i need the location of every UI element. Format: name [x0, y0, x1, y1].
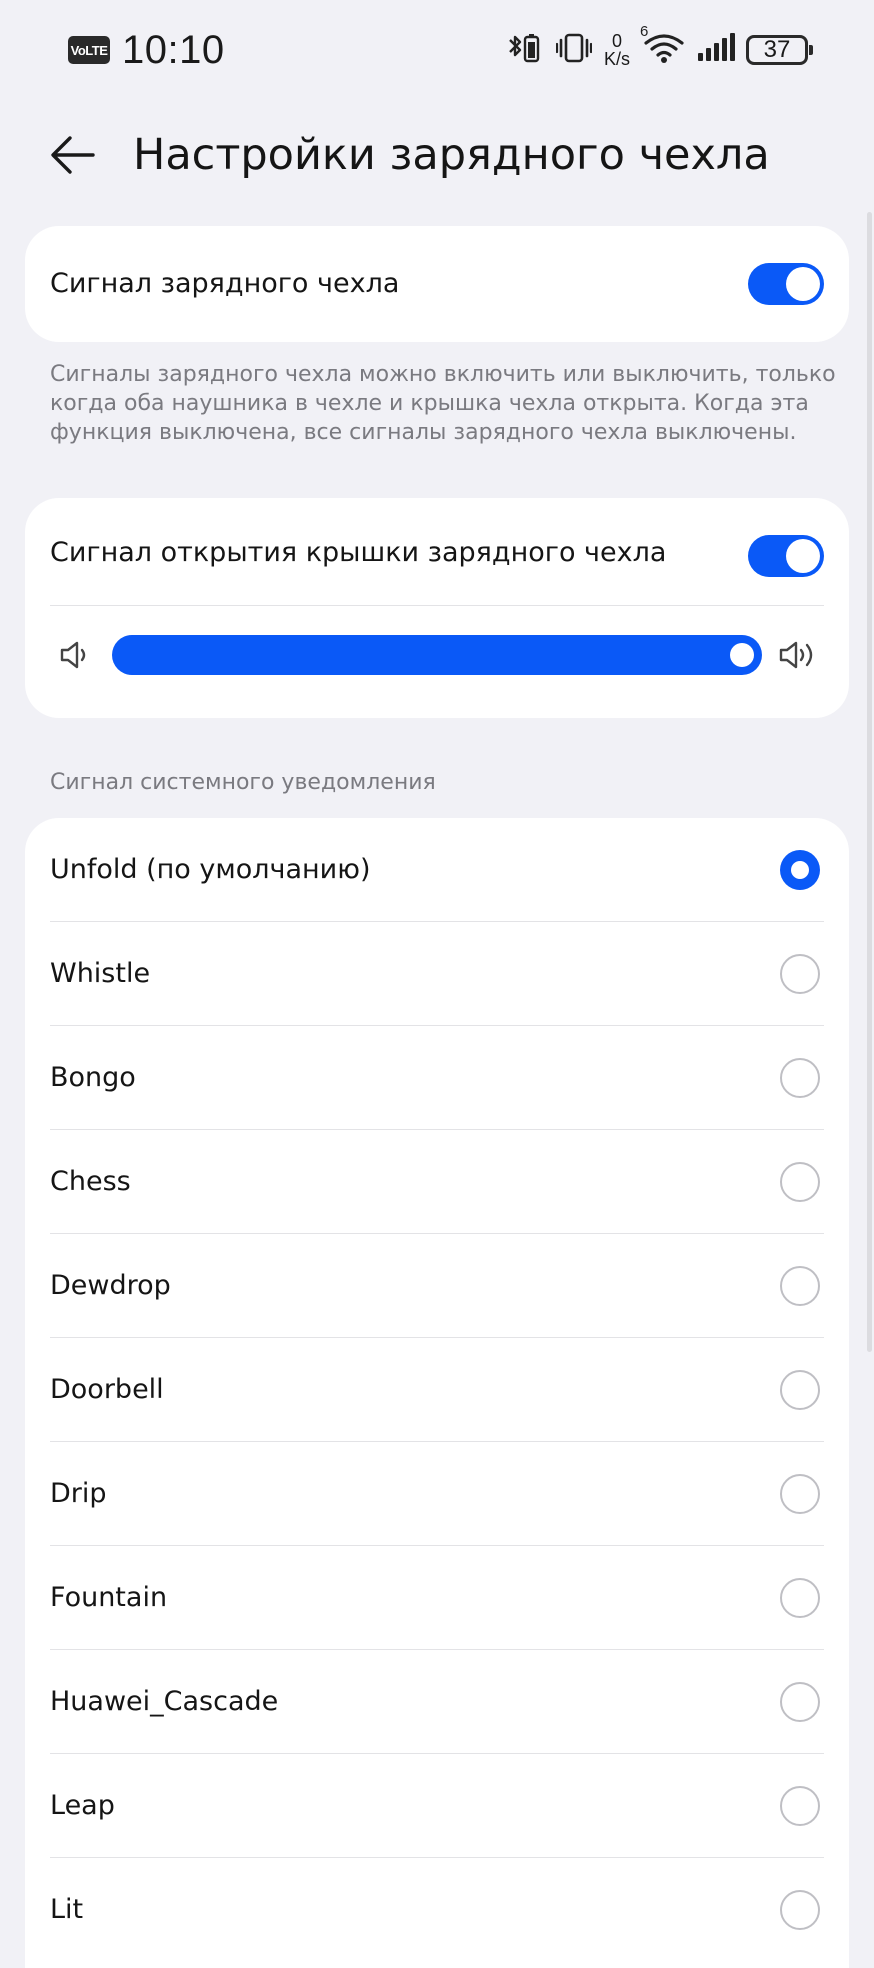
sound-radio[interactable] [780, 954, 820, 994]
wifi-icon: 6 [640, 23, 686, 69]
sound-item[interactable]: Dewdrop [25, 1234, 849, 1338]
sound-item-label: Fountain [50, 1582, 168, 1613]
sound-item-label: Whistle [50, 958, 151, 989]
case-signal-toggle[interactable] [748, 263, 824, 305]
sound-item[interactable]: Leap [25, 1754, 849, 1858]
page-title: Настройки зарядного чехла [133, 130, 770, 180]
sound-radio[interactable] [780, 1266, 820, 1306]
signal-icon [696, 31, 736, 69]
lid-signal-toggle[interactable] [748, 535, 824, 577]
sound-item-label: Doorbell [50, 1374, 164, 1405]
volume-slider[interactable] [112, 635, 762, 675]
sound-item-label: Chess [50, 1166, 131, 1197]
network-speed: 0 K/s [604, 32, 630, 68]
sound-radio[interactable] [780, 1370, 820, 1410]
divider [50, 605, 824, 606]
sound-item[interactable]: Whistle [25, 922, 849, 1026]
status-bar-right: 0 K/s 6 37 [506, 23, 813, 76]
case-signal-card: Сигнал зарядного чехла [25, 226, 849, 342]
sound-item[interactable]: Huawei_Cascade [25, 1650, 849, 1754]
volume-high-icon [779, 641, 813, 669]
system-sounds-card: Unfold (по умолчанию) Whistle Bongo Ches… [25, 818, 849, 1968]
case-signal-label: Сигнал зарядного чехла [50, 268, 400, 299]
wifi-generation: 6 [640, 23, 649, 40]
sound-radio[interactable] [780, 850, 820, 890]
sound-item[interactable]: Fountain [25, 1546, 849, 1650]
sound-radio[interactable] [780, 1578, 820, 1618]
sound-item-label: Drip [50, 1478, 107, 1509]
case-signal-note: Сигналы зарядного чехла можно включить и… [50, 362, 836, 445]
sound-item[interactable]: Doorbell [25, 1338, 849, 1442]
header: Настройки зарядного чехла [0, 100, 874, 210]
network-speed-value: 0 [611, 31, 622, 51]
sound-item-label: Leap [50, 1790, 115, 1821]
sound-item-label: Lit [50, 1894, 84, 1925]
back-button[interactable] [44, 126, 102, 184]
lid-signal-card: Сигнал открытия крышки зарядного чехла [25, 498, 849, 718]
sound-item-label: Unfold (по умолчанию) [50, 854, 371, 885]
scrollbar[interactable] [867, 212, 872, 1352]
sound-item[interactable]: Unfold (по умолчанию) [25, 818, 849, 922]
clock: 10:10 [122, 27, 225, 72]
status-bar: VoLTE 10:10 0 K/s 6 37 [0, 0, 874, 100]
back-arrow-icon [51, 136, 95, 174]
network-speed-unit: K/s [603, 49, 630, 69]
volume-slider-thumb[interactable] [730, 643, 754, 667]
sound-radio[interactable] [780, 1786, 820, 1826]
sound-radio[interactable] [780, 1162, 820, 1202]
sound-item-label: Dewdrop [50, 1270, 171, 1301]
sound-item[interactable]: Chess [25, 1130, 849, 1234]
sound-radio[interactable] [780, 1890, 820, 1930]
volume-low-icon [60, 641, 86, 669]
battery-indicator: 37 [746, 35, 813, 65]
system-sounds-title: Сигнал системного уведомления [50, 770, 436, 795]
bluetooth-battery-icon [506, 31, 546, 69]
toggle-knob [786, 539, 820, 573]
sound-item[interactable]: Drip [25, 1442, 849, 1546]
sound-item[interactable]: Bongo [25, 1026, 849, 1130]
sound-item-label: Huawei_Cascade [50, 1686, 279, 1717]
sound-radio[interactable] [780, 1058, 820, 1098]
volte-badge: VoLTE [68, 36, 110, 64]
toggle-knob [786, 267, 820, 301]
status-bar-left: VoLTE 10:10 [68, 24, 225, 76]
sound-radio[interactable] [780, 1682, 820, 1722]
sound-radio[interactable] [780, 1474, 820, 1514]
lid-signal-label: Сигнал открытия крышки зарядного чехла [50, 537, 667, 568]
sound-item-label: Bongo [50, 1062, 136, 1093]
vibrate-icon [555, 31, 593, 69]
sound-item[interactable]: Lit [25, 1858, 849, 1962]
